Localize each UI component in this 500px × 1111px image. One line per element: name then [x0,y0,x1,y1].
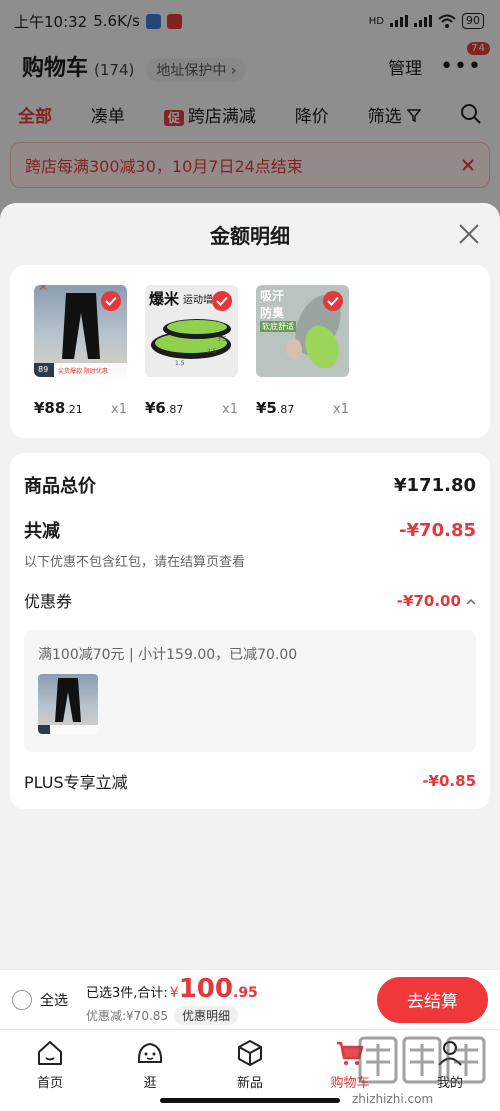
amount-detail-sheet: 金额明细 ✕ 89 尖货爆款 限时优惠 ¥88.21 x1 2.5 3.5 1.… [0,203,500,969]
product-image-label-3: 软底舒适 [260,321,296,332]
amount-detail-card: 商品总价 ¥171.80 共减 -¥70.85 以下优惠不包含红包，请在结算页查… [10,453,490,809]
total-value: ¥171.80 [394,474,476,496]
reduce-note: 以下优惠不包含红包，请在结算页查看 [24,555,246,570]
total-row: 商品总价 ¥171.80 [24,453,476,517]
person-icon [438,1041,462,1066]
coupon-product-thumbnail[interactable] [38,674,98,734]
watermark-text: zhizhizhi.com [352,1092,434,1106]
cube-icon [238,1040,262,1066]
total-amount-dec: .95 [233,985,258,1001]
checkout-bar: 全选 已选3件,合计: ¥ 100 .95 优惠减:¥70.85 优惠明细 去结… [0,969,500,1029]
product-item[interactable]: 2.5 3.5 1.5 爆米 运动增高 ¥6.87 x1 [145,285,238,438]
product-price-int: ¥5 [256,399,277,417]
coupon-value: -¥70.00 [396,591,461,610]
coupon-row[interactable]: 优惠券 -¥70.00 [24,570,476,630]
total-label: 商品总价 [24,476,96,497]
nav-label: 新品 [236,1076,263,1091]
sheet-title: 金额明细 [210,223,290,248]
product-image-insole-2: 吸汗 防臭 软底舒适 [256,285,349,377]
product-price: ¥5.87 [256,399,294,417]
product-image-pants: ✕ 89 尖货爆款 限时优惠 [34,285,127,377]
plus-value: -¥0.85 [422,772,476,790]
product-image-label: 爆米 [149,290,180,308]
discount-detail-button[interactable]: 优惠明细 [174,1006,239,1025]
pants-thumbnail-illustration [38,678,98,734]
select-all-radio[interactable] [12,989,32,1010]
select-all-label[interactable]: 全选 [40,990,74,1010]
svg-text:3.5: 3.5 [217,336,227,343]
product-qty: x1 [333,402,349,417]
product-price-dec: .21 [65,403,83,416]
cart-icon [337,1041,364,1065]
currency-symbol: ¥ [169,985,179,1001]
nav-label: 逛 [143,1076,157,1091]
coupon-description: 满100减70元 | 小计159.00，已减70.00 [38,647,298,663]
selected-text: 已选3件,合计: [86,986,168,1001]
products-card: ✕ 89 尖货爆款 限时优惠 ¥88.21 x1 2.5 3.5 1.5 爆米 … [10,265,490,438]
product-price-int: ¥88 [34,399,66,417]
chevron-up-icon [466,598,476,605]
reduce-label: 共减 [24,521,60,542]
coupon-value-wrap: -¥70.00 [397,591,476,610]
svg-text:1.5: 1.5 [175,360,185,367]
svg-text:2.5: 2.5 [207,348,217,355]
nav-label: 首页 [36,1076,63,1091]
product-item[interactable]: 吸汗 防臭 软底舒适 ¥5.87 x1 [256,285,349,438]
product-price: ¥88.21 [34,399,83,417]
face-icon [137,1042,163,1063]
checkout-info: 已选3件,合计: ¥ 100 .95 优惠减:¥70.85 优惠明细 [86,974,377,1025]
svg-text:✕: ✕ [38,285,48,294]
product-qty: x1 [111,402,127,417]
plus-label: PLUS专享立减 [24,773,128,792]
product-price-dec: .87 [165,403,184,416]
close-icon[interactable] [456,221,482,247]
discount-text: 优惠减:¥70.85 [86,1009,169,1023]
product-qty: x1 [222,402,238,417]
check-icon [101,291,121,311]
product-image-insole: 2.5 3.5 1.5 爆米 运动增高 [145,285,238,377]
product-image-num: 89 [38,365,49,374]
product-price-dec: .87 [276,403,295,416]
product-image-label: 尖货爆款 限时优惠 [58,368,108,375]
plus-row: PLUS专享立减 -¥0.85 [24,752,476,810]
reduce-row: 共减 -¥70.85 [24,517,476,543]
nav-label: 我的 [436,1076,463,1091]
product-price: ¥6.87 [145,399,183,417]
checkout-button[interactable]: 去结算 [377,976,488,1023]
home-indicator[interactable] [160,1098,340,1103]
coupon-label: 优惠券 [24,592,73,611]
home-icon [38,1041,62,1065]
check-icon [323,291,343,311]
product-item[interactable]: ✕ 89 尖货爆款 限时优惠 ¥88.21 x1 [34,285,127,438]
product-image-label: 吸汗 [260,289,285,303]
check-icon [212,291,232,311]
product-price-int: ¥6 [145,399,166,417]
product-image-label-2: 防臭 [260,306,285,320]
coupon-detail-box: 满100减70元 | 小计159.00，已减70.00 [24,630,476,752]
reduce-value: -¥70.85 [399,519,476,541]
total-amount-int: 100 [178,974,233,1004]
nav-item-home[interactable]: 首页 [10,1038,90,1111]
sheet-header: 金额明细 [0,203,500,265]
nav-label: 购物车 [330,1076,370,1091]
